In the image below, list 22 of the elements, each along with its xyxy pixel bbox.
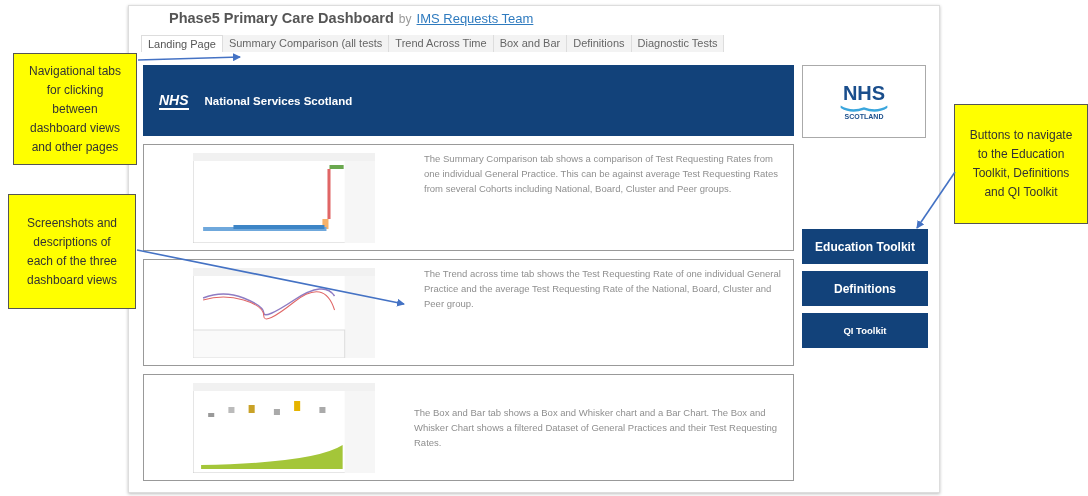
nav-button[interactable]: QI Toolkit	[802, 313, 928, 348]
callout-note: Screenshots and descriptions of each of the three dashboard views	[8, 194, 136, 309]
view-description: The Box and Bar tab shows a Box and Whisker chart and a Bar Chart. The Box and Whisker Chart shows a filtered Dataset of General Practices and their Test Requesting Rates.	[414, 406, 779, 450]
tab[interactable]: Summary Comparison (all tests	[222, 35, 390, 52]
tab[interactable]: Box and Bar	[493, 35, 568, 52]
author-link[interactable]: IMS Requests Team	[416, 11, 534, 26]
tab[interactable]: Trend Across Time	[389, 35, 494, 52]
byline: by	[398, 12, 412, 26]
nav-button[interactable]: Definitions	[802, 271, 928, 306]
callout-note: Navigational tabs for clicking between dashboard views and other pages	[13, 53, 137, 165]
dashboard-title: Phase5 Primary Care Dashboard	[169, 10, 394, 26]
view-description: The Summary Comparison tab shows a comparison of Test Requesting Rates from one individual General Practice. This can be against average Test Requesting Rates from several Cohorts including National, Board, Cluster and Peer groups.	[424, 152, 779, 196]
tab[interactable]: Definitions	[567, 35, 632, 52]
arrow	[916, 171, 956, 229]
nhs-logo: NHS	[159, 91, 189, 110]
tab[interactable]: Landing Page	[141, 35, 223, 52]
tab[interactable]: Diagnostic Tests	[631, 35, 725, 52]
view-description: The Trend across time tab shows the Test Requesting Rate of one individual General Practice and the average Test Requesting Rate of the National, Board, Cluster and Peer group.	[424, 267, 782, 311]
nav-button[interactable]: Education Toolkit	[802, 229, 928, 264]
banner-title: National Services Scotland	[204, 94, 353, 107]
nhs-logo-text: NHS	[842, 83, 886, 103]
callout-note: Buttons to navigate to the Education Toolkit, Definitions and QI Toolkit	[954, 104, 1088, 224]
